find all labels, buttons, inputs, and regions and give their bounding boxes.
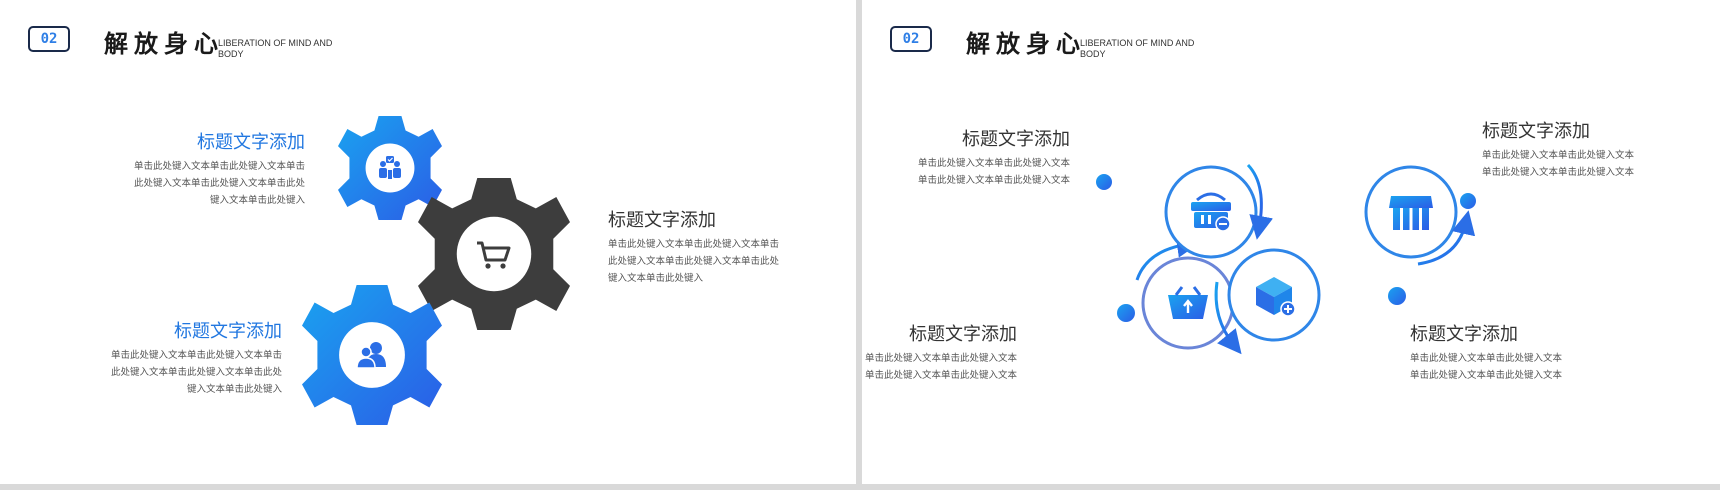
circle-basket-upload: [1141, 256, 1235, 350]
dot-decoration: [1096, 174, 1112, 190]
store-icon: [1389, 196, 1433, 230]
dot-decoration: [1388, 287, 1406, 305]
slide-right: 02 解放身心 LIBERATION OF MIND AND BODY 标题文字…: [862, 0, 1720, 484]
circle-store: [1364, 165, 1458, 259]
gear-middle: [418, 178, 570, 330]
process-circles-graphic: [1096, 163, 1476, 355]
dot-decoration: [1117, 304, 1135, 322]
gears-graphic: [302, 116, 570, 425]
circle-box-add: [1227, 248, 1321, 342]
dot-decoration: [1460, 193, 1476, 209]
slide-left: 02 解放身心 LIBERATION OF MIND AND BODY 标题文字…: [0, 0, 856, 484]
gear-top: [338, 116, 442, 220]
circle-shop-basket: [1164, 165, 1258, 259]
